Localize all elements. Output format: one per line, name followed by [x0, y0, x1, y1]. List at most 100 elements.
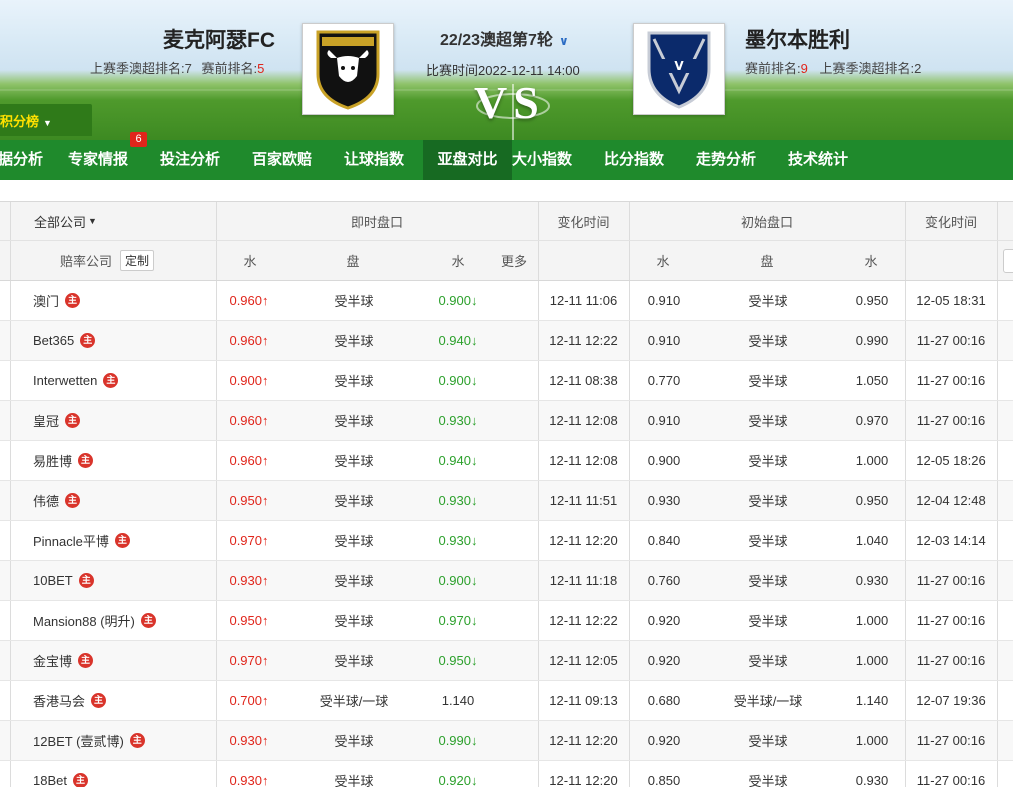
- arrow-up-icon: ↑: [262, 693, 269, 708]
- live-water-home: 0.950↑: [229, 493, 269, 508]
- group-change-time-initial: 变化时间: [924, 214, 977, 230]
- init-change-time: 12-03 14:14: [916, 533, 986, 548]
- away-team-name[interactable]: 墨尔本胜利: [745, 24, 850, 54]
- init-change-time: 11-27 00:16: [916, 413, 986, 428]
- live-water-away: 0.990↓: [438, 733, 478, 748]
- live-water-away: 0.970↓: [438, 613, 478, 628]
- arrow-up-icon: ↑: [262, 613, 269, 628]
- company-name[interactable]: Bet365: [33, 333, 74, 348]
- nav-tab-0[interactable]: 据分析: [0, 140, 58, 180]
- company-name[interactable]: 伟德: [33, 491, 59, 510]
- live-water-home: 0.960↑: [229, 453, 269, 468]
- table-row[interactable]: Pinnacle平博主 0.970↑ 受半球 0.930↓ 12-11 12:20 0.8…: [0, 521, 1013, 561]
- nav-tab-5[interactable]: 亚盘对比: [423, 140, 512, 180]
- init-handicap: 受半球: [748, 574, 788, 589]
- away-team-ranks: 赛前排名:9 上赛季澳超排名:2: [745, 58, 921, 77]
- table-row[interactable]: 易胜博主 0.960↑ 受半球 0.940↓ 12-11 12:08 0.900 受半球 1.…: [0, 441, 1013, 481]
- macarthur-logo-icon: [316, 30, 380, 110]
- table-row[interactable]: 澳门主 0.960↑ 受半球 0.900↓ 12-11 11:06 0.910 受半球 0.9…: [0, 281, 1013, 321]
- nav-tab-2[interactable]: 投注分析: [160, 140, 240, 180]
- company-name[interactable]: 金宝博: [33, 651, 72, 670]
- home-badge-icon: 主: [80, 333, 96, 348]
- arrow-up-icon: ↑: [262, 373, 269, 388]
- live-water-home: 0.960↑: [229, 413, 269, 428]
- arrow-down-icon: ↓: [471, 573, 478, 588]
- match-header: 麦克阿瑟FC 上赛季澳超排名:7 赛前排名:5 22/23澳超第7轮 ∨ 比赛时间…: [0, 0, 1013, 140]
- group-initial-odds: 初始盘口: [740, 214, 793, 230]
- more-link[interactable]: 更多: [501, 251, 527, 270]
- group-live-odds: 即时盘口: [350, 214, 403, 230]
- live-water-home: 0.930↑: [229, 773, 269, 787]
- table-header-columns: 赔率公司 定制 水 盘 水 更多 水 盘 水: [0, 241, 1013, 281]
- init-handicap: 受半球: [748, 454, 788, 469]
- home-badge-icon: 主: [65, 493, 81, 508]
- live-water-away: 0.930↓: [438, 493, 478, 508]
- nav-tab-6[interactable]: 大小指数: [512, 140, 592, 180]
- nav-tab-3[interactable]: 百家欧赔: [252, 140, 332, 180]
- live-water-away: 0.950↓: [438, 653, 478, 668]
- table-row[interactable]: 12BET (壹贰博) 主 0.930↑ 受半球 0.990↓ 12-11 12:20 0.…: [0, 721, 1013, 761]
- company-name[interactable]: 18Bet: [33, 773, 67, 787]
- company-name[interactable]: 香港马会: [33, 691, 85, 710]
- table-row[interactable]: 10BET 主 0.930↑ 受半球 0.900↓ 12-11 11:18 0.760 受半球…: [0, 561, 1013, 601]
- home-team-name[interactable]: 麦克阿瑟FC: [163, 24, 275, 54]
- company-name[interactable]: 澳门: [33, 291, 59, 310]
- live-change-time: 12-11 11:06: [549, 293, 618, 308]
- home-badge-icon: 主: [114, 533, 130, 548]
- init-handicap: 受半球: [748, 494, 788, 509]
- company-name[interactable]: Interwetten: [33, 373, 97, 388]
- arrow-up-icon: ↑: [262, 333, 269, 348]
- home-badge-icon: 主: [140, 613, 156, 628]
- live-water-home: 0.950↑: [229, 613, 269, 628]
- table-row[interactable]: 香港马会主 0.700↑ 受半球/一球 1.140 12-11 09:13 0.680 受半…: [0, 681, 1013, 721]
- home-team-logo[interactable]: [302, 23, 394, 115]
- live-change-time: 12-11 08:38: [549, 373, 618, 388]
- table-row[interactable]: 金宝博主 0.970↑ 受半球 0.950↓ 12-11 12:05 0.920 受半球 1.…: [0, 641, 1013, 681]
- round-selector[interactable]: 22/23澳超第7轮 ∨: [440, 26, 569, 50]
- customize-button[interactable]: 定制: [120, 250, 155, 271]
- home-pre-rank-value: 5: [257, 61, 265, 76]
- standings-button[interactable]: 积分榜 ▼: [0, 104, 92, 136]
- nav-tab-8[interactable]: 走势分析: [696, 140, 776, 180]
- home-badge-icon: 主: [65, 293, 81, 308]
- init-water-away: 0.930: [855, 773, 889, 787]
- init-water-home: 0.910: [647, 413, 681, 428]
- expert-info-badge: 6: [130, 132, 147, 147]
- table-row[interactable]: 伟德主 0.950↑ 受半球 0.930↓ 12-11 11:51 0.930 受半球 0.9…: [0, 481, 1013, 521]
- away-team-logo[interactable]: V: [633, 23, 725, 115]
- col-init-handicap: 盘: [760, 254, 774, 269]
- away-pre-rank-value: 9: [800, 61, 808, 76]
- company-name[interactable]: Pinnacle平博: [33, 531, 109, 550]
- arrow-up-icon: ↑: [262, 733, 269, 748]
- company-name[interactable]: 12BET (壹贰博): [33, 731, 124, 750]
- init-water-home: 0.920: [647, 653, 681, 668]
- company-filter-dropdown[interactable]: 全部公司 ▼: [34, 202, 194, 240]
- company-filter-label: 全部公司: [34, 214, 87, 230]
- table-row[interactable]: Mansion88 (明升) 主 0.950↑ 受半球 0.970↓ 12-11 12:2…: [0, 601, 1013, 641]
- live-change-time: 12-11 12:20: [549, 773, 618, 787]
- init-water-away: 0.950: [855, 293, 889, 308]
- company-name[interactable]: 易胜博: [33, 451, 72, 470]
- init-water-away: 1.000: [855, 453, 889, 468]
- company-name[interactable]: Mansion88 (明升): [33, 611, 135, 630]
- live-water-away: 0.920↓: [438, 773, 478, 787]
- nav-tab-7[interactable]: 比分指数: [604, 140, 684, 180]
- nav-tab-4[interactable]: 让球指数: [344, 140, 424, 180]
- init-change-time: 11-27 00:16: [916, 613, 986, 628]
- live-handicap: 受半球/一球: [319, 694, 389, 709]
- table-row[interactable]: 皇冠主 0.960↑ 受半球 0.930↓ 12-11 12:08 0.910 受半球 0.9…: [0, 401, 1013, 441]
- main-nav: 据分析 专家情报 投注分析 百家欧赔 让球指数 亚盘对比 大小指数 比分指数 走势分析 技术统计 6: [0, 132, 1013, 180]
- init-water-home: 0.680: [647, 693, 681, 708]
- arrow-down-icon: ↓: [471, 493, 478, 508]
- live-change-time: 12-11 12:08: [549, 413, 618, 428]
- init-water-away: 0.970: [855, 413, 889, 428]
- company-name[interactable]: 皇冠: [33, 411, 59, 430]
- table-row[interactable]: Interwetten 主 0.900↑ 受半球 0.900↓ 12-11 08:38 0.…: [0, 361, 1013, 401]
- init-handicap: 受半球: [748, 534, 788, 549]
- company-name[interactable]: 10BET: [33, 573, 73, 588]
- column-scroll-handle[interactable]: [1003, 249, 1013, 273]
- nav-tab-9[interactable]: 技术统计: [788, 140, 868, 180]
- table-row[interactable]: Bet365 主 0.960↑ 受半球 0.940↓ 12-11 12:22 0.910 受半…: [0, 321, 1013, 361]
- table-row[interactable]: 18Bet 主 0.930↑ 受半球 0.920↓ 12-11 12:20 0.850 受半球…: [0, 761, 1013, 787]
- live-change-time: 12-11 12:20: [549, 733, 618, 748]
